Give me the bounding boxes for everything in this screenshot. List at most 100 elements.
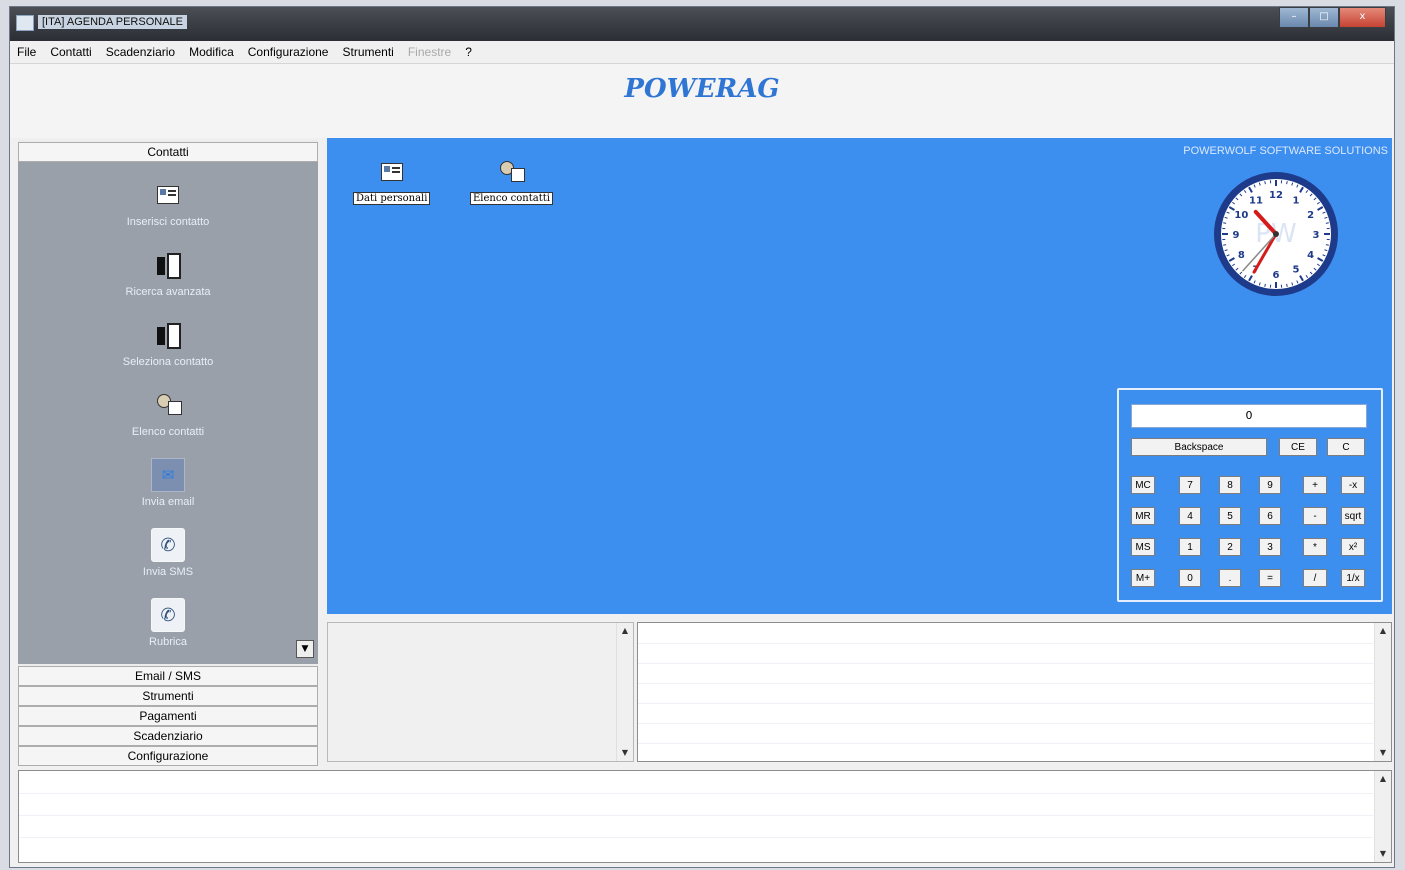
calc-key-button[interactable]: / <box>1303 569 1327 587</box>
menu-strumenti[interactable]: Strumenti <box>335 45 400 59</box>
calc-backspace-button[interactable]: Backspace <box>1131 438 1267 456</box>
calc-key-button[interactable]: 8 <box>1219 476 1241 494</box>
sidebar-item-rubrica[interactable]: ✆ Rubrica <box>18 598 318 648</box>
scroll-down-arrow-icon[interactable]: ▼ <box>1375 745 1391 761</box>
calc-key-button[interactable]: MR <box>1131 507 1155 525</box>
menu-help[interactable]: ? <box>458 45 479 59</box>
phone-icon: ✆ <box>151 528 185 562</box>
calc-key-button[interactable]: 4 <box>1179 507 1201 525</box>
calc-ce-button[interactable]: CE <box>1279 438 1317 456</box>
title-bar[interactable]: [ITA] AGENDA PERSONALE – □ x <box>10 7 1394 41</box>
maximize-button[interactable]: □ <box>1309 7 1339 28</box>
calc-key-button[interactable]: 3 <box>1259 538 1281 556</box>
grid-line <box>19 837 1373 838</box>
menu-file[interactable]: File <box>10 45 43 59</box>
address-book-icon <box>151 248 185 282</box>
minimize-button[interactable]: – <box>1279 7 1309 28</box>
calc-key-button[interactable]: 9 <box>1259 476 1281 494</box>
grid-line <box>638 723 1373 724</box>
bottom-log-pane[interactable]: ▲ ▼ <box>18 770 1392 863</box>
sidebar-group-scadenziario[interactable]: Scadenziario <box>18 726 318 746</box>
grid-line <box>19 815 1373 816</box>
clock-number: 6 <box>1273 270 1280 281</box>
sidebar-group-pagamenti[interactable]: Pagamenti <box>18 706 318 726</box>
sidebar-item-label: Invia email <box>141 496 195 508</box>
sidebar-item-invia-sms[interactable]: ✆ Invia SMS <box>18 528 318 578</box>
grid-line <box>638 663 1373 664</box>
calc-key-button[interactable]: + <box>1303 476 1327 494</box>
sidebar-panel-contatti: Inserisci contatto Ricerca avanzata Sele… <box>18 162 318 664</box>
window-title: [ITA] AGENDA PERSONALE <box>38 15 188 29</box>
calc-key-button[interactable]: * <box>1303 538 1327 556</box>
calc-key-button[interactable]: sqrt <box>1341 507 1365 525</box>
clock-number: 4 <box>1307 250 1314 261</box>
calc-key-button[interactable]: 0 <box>1179 569 1201 587</box>
scroll-up-arrow-icon[interactable]: ▲ <box>1375 623 1391 639</box>
lower-right-pane[interactable]: ▲ ▼ <box>637 622 1392 762</box>
company-label: POWERWOLF SOFTWARE SOLUTIONS <box>1183 145 1388 157</box>
sidebar-item-label: Invia SMS <box>142 566 194 578</box>
calc-key-button[interactable]: 6 <box>1259 507 1281 525</box>
calc-key-button[interactable]: 1/x <box>1341 569 1365 587</box>
scroll-up-arrow-icon[interactable]: ▲ <box>617 623 633 639</box>
sidebar-item-label: Ricerca avanzata <box>125 286 211 298</box>
clock-number: 2 <box>1307 210 1314 221</box>
sidebar-item-inserisci-contatto[interactable]: Inserisci contatto <box>18 178 318 228</box>
lower-left-pane[interactable]: ▲ ▼ <box>327 622 634 762</box>
sidebar-item-label: Elenco contatti <box>131 426 205 438</box>
grid-line <box>638 643 1373 644</box>
analog-clock: PW 123456789101112 <box>1214 172 1338 296</box>
desktop-item-elenco-contatti[interactable]: Elenco contatti <box>470 158 553 205</box>
sidebar-group-contatti[interactable]: Contatti <box>18 142 318 162</box>
calc-key-button[interactable]: . <box>1219 569 1241 587</box>
calc-key-button[interactable]: 2 <box>1219 538 1241 556</box>
desktop-item-label: Elenco contatti <box>470 192 553 205</box>
scroll-down-arrow-icon[interactable]: ▼ <box>1375 846 1391 862</box>
calc-key-button[interactable]: - <box>1303 507 1327 525</box>
close-button[interactable]: x <box>1339 7 1386 28</box>
scroll-down-arrow-icon[interactable]: ▼ <box>617 745 633 761</box>
sidebar-group-strumenti[interactable]: Strumenti <box>18 686 318 706</box>
sidebar-scroll-down-button[interactable]: ▼ <box>296 640 314 658</box>
sidebar-item-seleziona-contatto[interactable]: Seleziona contatto <box>18 318 318 368</box>
calc-key-button[interactable]: 7 <box>1179 476 1201 494</box>
scroll-up-arrow-icon[interactable]: ▲ <box>1375 771 1391 787</box>
grid-line <box>638 703 1373 704</box>
app-icon[interactable] <box>16 15 34 31</box>
lower-left-scrollbar[interactable]: ▲ ▼ <box>616 623 633 761</box>
menu-scadenziario[interactable]: Scadenziario <box>99 45 182 59</box>
menu-contatti[interactable]: Contatti <box>43 45 98 59</box>
calc-key-button[interactable]: -x <box>1341 476 1365 494</box>
app-window: [ITA] AGENDA PERSONALE – □ x File Contat… <box>9 6 1395 868</box>
bottom-pane-scrollbar[interactable]: ▲ ▼ <box>1374 771 1391 862</box>
sidebar-item-elenco-contatti[interactable]: Elenco contatti <box>18 388 318 438</box>
calc-key-button[interactable]: MC <box>1131 476 1155 494</box>
clock-number: 3 <box>1313 230 1320 241</box>
clock-tick <box>1223 222 1227 224</box>
calc-key-button[interactable]: x² <box>1341 538 1365 556</box>
address-book-icon <box>151 318 185 352</box>
calc-key-button[interactable]: M+ <box>1131 569 1155 587</box>
sidebar-item-ricerca-avanzata[interactable]: Ricerca avanzata <box>18 248 318 298</box>
sidebar-group-email-sms[interactable]: Email / SMS <box>18 666 318 686</box>
id-card-icon <box>375 158 409 186</box>
phone-icon: ✆ <box>151 598 185 632</box>
sidebar-item-invia-email[interactable]: ✉ Invia email <box>18 458 318 508</box>
menu-finestre: Finestre <box>407 45 452 59</box>
menu-configurazione[interactable]: Configurazione <box>241 45 336 59</box>
lower-right-scrollbar[interactable]: ▲ ▼ <box>1374 623 1391 761</box>
clock-tick <box>1325 244 1329 246</box>
sidebar-group-configurazione[interactable]: Configurazione <box>18 746 318 766</box>
grid-line <box>19 793 1373 794</box>
clock-tick <box>1325 222 1329 224</box>
calc-key-button[interactable]: = <box>1259 569 1281 587</box>
sidebar-item-label: Inserisci contatto <box>126 216 210 228</box>
clock-number: 5 <box>1293 265 1300 276</box>
calc-c-button[interactable]: C <box>1327 438 1365 456</box>
calc-key-button[interactable]: 5 <box>1219 507 1241 525</box>
calc-key-button[interactable]: 1 <box>1179 538 1201 556</box>
calc-key-button[interactable]: MS <box>1131 538 1155 556</box>
desktop-item-dati-personali[interactable]: Dati personali <box>353 158 431 205</box>
menu-modifica[interactable]: Modifica <box>182 45 241 59</box>
contact-list-icon <box>151 388 185 422</box>
